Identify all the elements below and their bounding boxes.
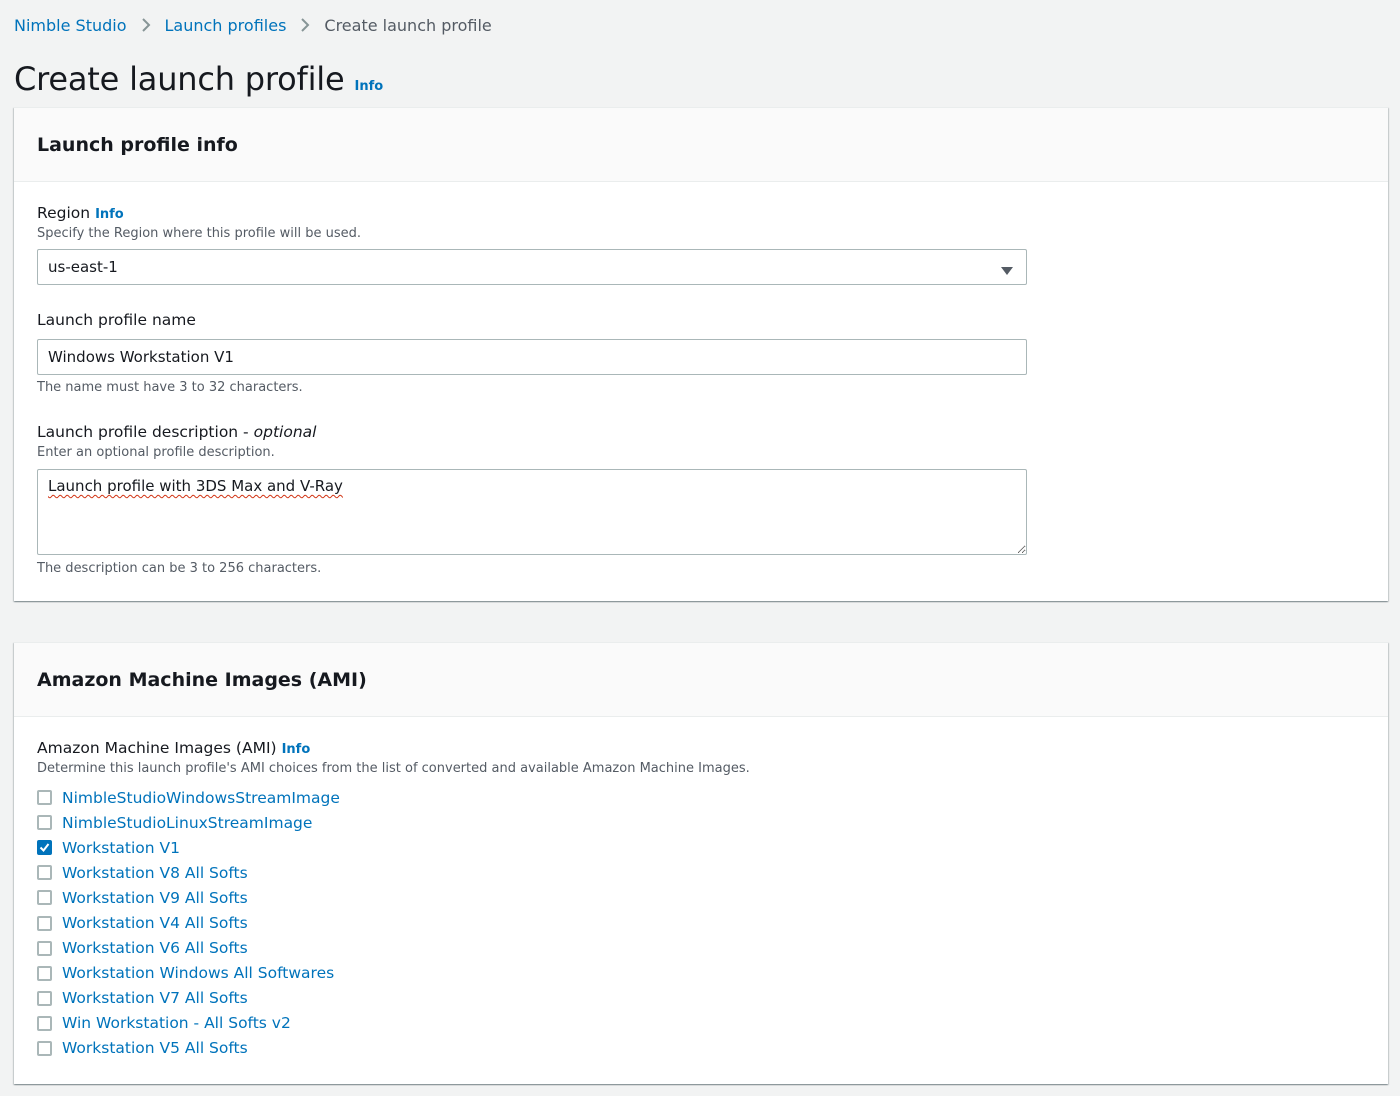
check-icon — [39, 843, 50, 853]
checkbox[interactable] — [37, 990, 52, 1006]
page-header: Create launch profile Info — [14, 60, 383, 98]
description-label-row: Launch profile description - optional — [37, 423, 316, 441]
ami-option-label[interactable]: NimbleStudioLinuxStreamImage — [62, 814, 312, 832]
panel-header: Launch profile info — [14, 108, 1388, 182]
checkbox[interactable] — [37, 790, 52, 806]
description-hint: Enter an optional profile description. — [37, 445, 275, 460]
breadcrumb-nimble-studio[interactable]: Nimble Studio — [14, 16, 127, 35]
chevron-right-icon — [141, 17, 151, 33]
checkbox[interactable] — [37, 965, 52, 981]
ami-label: Amazon Machine Images (AMI) — [37, 739, 277, 757]
ami-option[interactable]: NimbleStudioLinuxStreamImage — [37, 810, 340, 835]
name-constraint: The name must have 3 to 32 characters. — [37, 380, 303, 395]
ami-description: Determine this launch profile's AMI choi… — [37, 761, 750, 776]
ami-option[interactable]: Workstation Windows All Softwares — [37, 961, 340, 986]
name-label-row: Launch profile name — [37, 311, 196, 329]
region-info-link[interactable]: Info — [95, 207, 124, 222]
ami-option[interactable]: Workstation V5 All Softs — [37, 1036, 340, 1061]
region-label: Region — [37, 204, 91, 222]
page-title: Create launch profile — [14, 60, 345, 98]
ami-option[interactable]: Workstation V7 All Softs — [37, 986, 340, 1011]
checkbox[interactable] — [37, 890, 52, 906]
ami-field: Amazon Machine Images (AMI) Info Determi… — [37, 739, 750, 776]
ami-info-link[interactable]: Info — [282, 742, 311, 757]
region-field: Region Info Specify the Region where thi… — [37, 204, 361, 241]
ami-option-label[interactable]: Workstation V4 All Softs — [62, 914, 248, 932]
ami-option-label[interactable]: NimbleStudioWindowsStreamImage — [62, 789, 340, 807]
chevron-right-icon — [300, 17, 310, 33]
description-field: Launch profile description - optional En… — [37, 423, 316, 460]
ami-option-label[interactable]: Workstation V1 — [62, 839, 180, 857]
ami-label-row: Amazon Machine Images (AMI) Info — [37, 739, 750, 757]
ami-panel: Amazon Machine Images (AMI) Amazon Machi… — [14, 642, 1388, 1084]
ami-option[interactable]: Workstation V1 — [37, 835, 340, 860]
panel-header: Amazon Machine Images (AMI) — [14, 643, 1388, 717]
checkbox[interactable] — [37, 1015, 52, 1031]
ami-option[interactable]: Workstation V4 All Softs — [37, 910, 340, 935]
checkbox[interactable] — [37, 1040, 52, 1056]
description-constraint: The description can be 3 to 256 characte… — [37, 561, 322, 576]
ami-option-label[interactable]: Workstation V6 All Softs — [62, 939, 248, 957]
ami-option[interactable]: Workstation V8 All Softs — [37, 860, 340, 885]
ami-option[interactable]: NimbleStudioWindowsStreamImage — [37, 785, 340, 810]
ami-option-label[interactable]: Workstation V7 All Softs — [62, 989, 248, 1007]
ami-checkbox-list: NimbleStudioWindowsStreamImage NimbleStu… — [37, 785, 340, 1061]
caret-down-icon — [1000, 262, 1014, 275]
description-label: Launch profile description - — [37, 423, 249, 441]
ami-option[interactable]: Workstation V9 All Softs — [37, 885, 340, 910]
checkbox[interactable] — [37, 815, 52, 831]
launch-profile-name-input[interactable] — [37, 339, 1027, 375]
name-label: Launch profile name — [37, 311, 196, 329]
launch-profile-info-panel: Launch profile info Region Info Specify … — [14, 107, 1388, 601]
region-label-row: Region Info — [37, 204, 361, 222]
breadcrumb-launch-profiles[interactable]: Launch profiles — [165, 16, 287, 35]
region-description: Specify the Region where this profile wi… — [37, 226, 362, 241]
checkbox[interactable] — [37, 940, 52, 956]
region-select[interactable]: us-east-1 — [37, 249, 1027, 285]
ami-option-label[interactable]: Workstation V8 All Softs — [62, 864, 248, 882]
checkbox[interactable] — [37, 865, 52, 881]
checkbox[interactable] — [37, 840, 52, 856]
panel-heading: Launch profile info — [37, 133, 238, 156]
region-selected-value: us-east-1 — [48, 258, 118, 276]
page-info-link[interactable]: Info — [355, 79, 384, 94]
ami-option-label[interactable]: Workstation Windows All Softwares — [62, 964, 334, 982]
checkbox[interactable] — [37, 915, 52, 931]
description-optional: optional — [253, 423, 317, 441]
breadcrumb: Nimble Studio Launch profiles Create lau… — [14, 14, 492, 36]
ami-option-label[interactable]: Win Workstation - All Softs v2 — [62, 1014, 291, 1032]
ami-option-label[interactable]: Workstation V5 All Softs — [62, 1039, 248, 1057]
ami-option[interactable]: Workstation V6 All Softs — [37, 936, 340, 961]
breadcrumb-current: Create launch profile — [324, 15, 492, 35]
ami-option[interactable]: Win Workstation - All Softs v2 — [37, 1011, 340, 1036]
panel-heading: Amazon Machine Images (AMI) — [37, 668, 367, 691]
ami-option-label[interactable]: Workstation V9 All Softs — [62, 889, 248, 907]
launch-profile-description-textarea[interactable] — [37, 469, 1027, 555]
